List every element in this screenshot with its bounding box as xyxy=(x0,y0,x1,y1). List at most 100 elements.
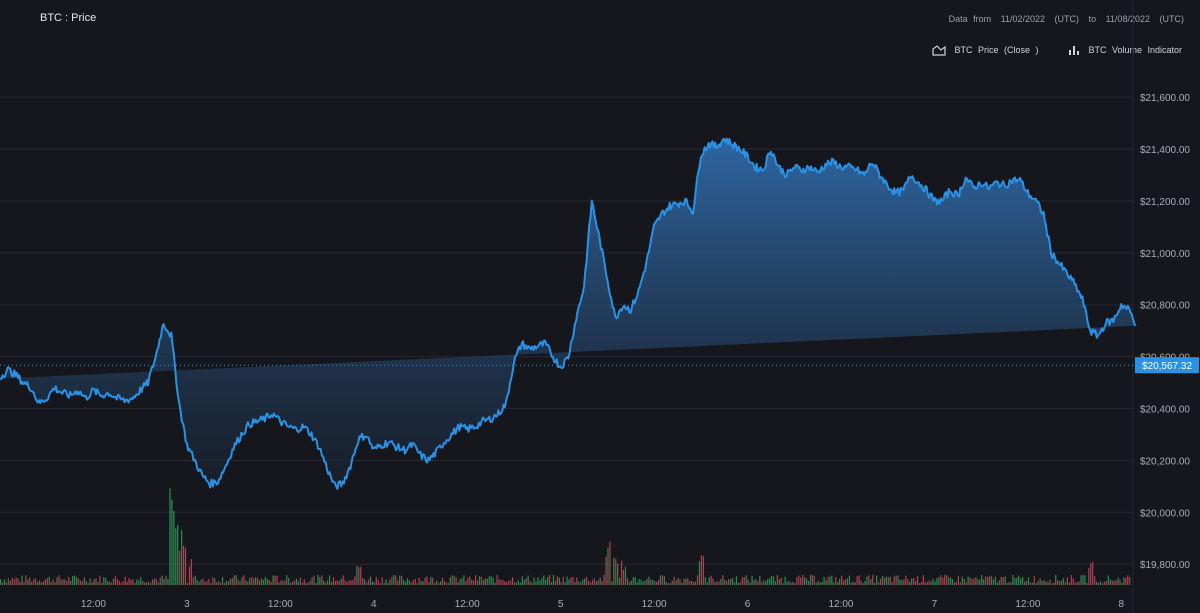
volume-bar xyxy=(149,582,152,585)
volume-bar xyxy=(638,578,640,585)
volume-bar xyxy=(233,575,235,585)
volume-bar xyxy=(696,575,699,585)
price-chart[interactable]: $19,800.00 $20,000.00 $20,200.00 $20,400.00… xyxy=(0,0,1200,613)
volume-bar xyxy=(815,582,817,585)
volume-bar xyxy=(375,576,377,585)
volume-bar xyxy=(313,575,315,585)
volume-bar xyxy=(763,580,765,585)
volume-bar xyxy=(457,582,459,585)
volume-bar xyxy=(570,577,572,585)
volume-bar xyxy=(293,580,296,585)
volume-bar xyxy=(944,574,946,585)
volume-bar xyxy=(965,582,967,585)
volume-bar xyxy=(650,579,652,585)
volume-bar xyxy=(112,578,115,585)
volume-bar xyxy=(735,576,738,585)
volume-bar xyxy=(811,575,813,585)
volume-bar xyxy=(282,581,284,585)
volume-bar xyxy=(938,577,940,585)
volume-bar xyxy=(679,579,681,585)
volume-bar xyxy=(1010,582,1012,585)
volume-bar xyxy=(383,582,385,585)
volume-bar xyxy=(798,575,800,585)
volume-bar xyxy=(817,581,819,585)
volume-bar xyxy=(1125,577,1127,585)
volume-bar xyxy=(1121,583,1123,585)
volume-bar xyxy=(648,576,650,585)
volume-bar xyxy=(181,530,183,585)
volume-bar xyxy=(893,576,895,585)
volume-bar xyxy=(979,579,981,585)
volume-bar xyxy=(595,581,597,585)
volume-bar xyxy=(401,575,403,585)
volume-bar xyxy=(656,581,658,585)
volume-bar xyxy=(835,576,837,585)
volume-bar xyxy=(502,580,504,585)
volume-bar xyxy=(212,576,214,585)
volume-bar xyxy=(804,577,806,585)
volume-bar xyxy=(716,581,718,585)
volume-bar xyxy=(578,581,580,585)
volume-bar xyxy=(615,558,617,585)
volume-bar xyxy=(708,577,710,585)
volume-bar xyxy=(971,579,973,585)
volume-bar xyxy=(1066,577,1069,585)
volume-bar xyxy=(710,575,712,585)
volume-bar xyxy=(891,582,893,585)
volume-bar xyxy=(317,574,319,585)
volume-bar xyxy=(792,581,794,585)
volume-bar xyxy=(739,582,741,585)
volume-bar xyxy=(961,576,963,585)
volume-bar xyxy=(831,575,833,585)
volume-bar xyxy=(899,579,901,585)
volume-bar xyxy=(56,577,58,585)
x-tick-label: 12:00 xyxy=(1015,599,1040,610)
volume-bar xyxy=(1,582,4,585)
volume-bar xyxy=(3,579,6,585)
volume-bar xyxy=(1096,581,1098,585)
volume-bar xyxy=(492,577,494,585)
volume-bar xyxy=(584,578,586,585)
volume-bar xyxy=(346,581,348,585)
volume-bar xyxy=(301,582,303,585)
volume-bar xyxy=(704,577,706,585)
volume-bar xyxy=(99,575,101,585)
volume-bar xyxy=(239,581,241,585)
volume-bar xyxy=(1068,582,1070,585)
y-tick-label: $20,000.00 xyxy=(1140,508,1190,519)
x-tick-label: 7 xyxy=(932,599,938,610)
volume-bar xyxy=(58,575,60,585)
volume-bar xyxy=(642,581,644,585)
volume-bar xyxy=(29,577,31,585)
volume-bar xyxy=(192,576,194,585)
volume-bar xyxy=(796,577,798,585)
volume-bar xyxy=(484,578,486,585)
volume-bar xyxy=(778,579,780,585)
volume-bar xyxy=(91,582,93,585)
volume-bar xyxy=(1086,582,1088,585)
volume-bar xyxy=(445,582,448,585)
volume-bar xyxy=(706,582,708,585)
volume-bar xyxy=(93,579,95,585)
volume-bar xyxy=(963,579,965,585)
volume-bar xyxy=(515,582,518,585)
volume-bar xyxy=(262,579,265,585)
volume-bar xyxy=(124,576,126,585)
volume-bar xyxy=(1006,582,1008,585)
volume-bar xyxy=(286,574,288,585)
volume-bar xyxy=(568,579,570,585)
volume-bar xyxy=(1031,582,1033,585)
volume-bar xyxy=(728,579,730,585)
volume-bar xyxy=(369,576,372,585)
volume-bar xyxy=(151,579,154,585)
volume-bar xyxy=(619,577,621,585)
volume-bar xyxy=(990,575,993,585)
volume-bar xyxy=(190,559,192,585)
volume-bar xyxy=(75,576,78,585)
volume-bars xyxy=(0,488,1131,585)
y-tick-label: $19,800.00 xyxy=(1140,560,1190,571)
volume-bar xyxy=(839,578,841,585)
volume-bar xyxy=(659,575,662,585)
volume-bar xyxy=(245,580,247,585)
volume-bar xyxy=(977,579,979,585)
